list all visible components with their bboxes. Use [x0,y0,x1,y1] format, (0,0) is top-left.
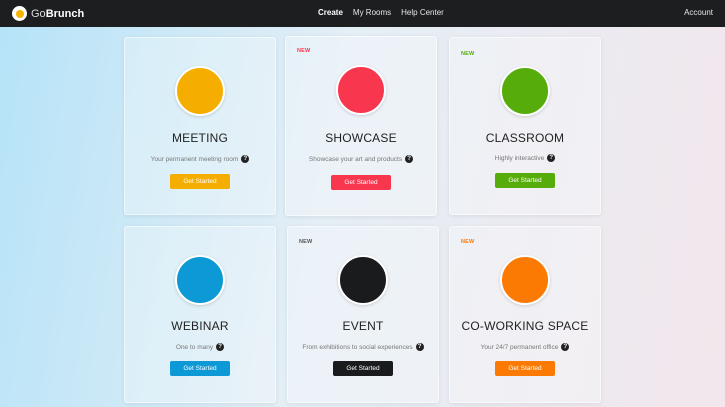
webinar-color-circle [175,255,225,305]
showcase-color-circle [336,65,386,115]
card-description-text: One to many [175,343,214,351]
brand-logo[interactable]: GoBrunch [12,6,84,21]
classroom-color-circle [500,66,550,116]
card-description: From exhibitions to social experiences ? [288,343,438,351]
question-mark-icon[interactable]: ? [547,154,556,162]
main-nav: Create My Rooms Help Center [318,8,444,17]
get-started-button-co-working-space[interactable]: Get Started [495,361,555,376]
account-link[interactable]: Account [684,8,713,17]
question-mark-icon[interactable]: ? [241,155,250,163]
card-title: CO-WORKING SPACE [461,319,589,333]
card-description: Showcase your art and products ? [286,155,436,163]
card-description-text: Your 24/7 permanent office [480,343,559,351]
get-started-button-webinar[interactable]: Get Started [170,361,230,376]
room-card-classroom: NEW CLASSROOM Highly interactive ? Get S… [449,37,601,215]
get-started-button-meeting[interactable]: Get Started [170,174,230,189]
room-card-event: NEW EVENT From exhibitions to social exp… [287,226,439,403]
card-description-text: From exhibitions to social experiences [302,343,413,351]
card-title: EVENT [342,319,384,333]
new-badge: NEW [461,239,475,245]
question-mark-icon[interactable]: ? [216,343,225,351]
card-title: MEETING [171,131,229,145]
nav-item-create[interactable]: Create [318,8,343,17]
room-card-webinar: WEBINAR One to many ? Get Started [124,226,276,403]
card-description: Highly interactive ? [450,154,600,162]
new-badge: NEW [461,51,475,57]
room-card-meeting: MEETING Your permanent meeting room ? Ge… [124,37,276,215]
top-navigation-bar: GoBrunch Create My Rooms Help Center Acc… [0,0,725,27]
card-description-text: Highly interactive [494,154,545,162]
nav-item-help-center[interactable]: Help Center [401,8,444,17]
question-mark-icon[interactable]: ? [415,343,424,351]
question-mark-icon[interactable]: ? [405,155,414,163]
meeting-color-circle [175,66,225,116]
card-title: SHOWCASE [325,131,397,145]
get-started-button-showcase[interactable]: Get Started [331,175,391,190]
room-card-co-working-space: NEW CO-WORKING SPACE Your 24/7 permanent… [449,226,601,403]
card-description: One to many ? [125,343,275,351]
card-title: CLASSROOM [485,131,565,145]
get-started-button-classroom[interactable]: Get Started [495,173,555,188]
event-color-circle [338,255,388,305]
get-started-button-event[interactable]: Get Started [333,361,393,376]
brand-name-light: Go [31,7,46,20]
nav-item-my-rooms[interactable]: My Rooms [353,8,391,17]
brand-name-bold: Brunch [45,7,85,20]
card-description-text: Showcase your art and products [308,155,403,163]
question-mark-icon[interactable]: ? [561,343,570,351]
card-description: Your permanent meeting room ? [125,155,275,163]
co-working-color-circle [500,255,550,305]
brand-name: GoBrunch [31,8,84,20]
card-title: WEBINAR [171,319,229,333]
gobrunch-logo-icon [12,6,27,21]
room-card-showcase: NEW SHOWCASE Showcase your art and produ… [285,36,437,216]
new-badge: NEW [299,239,313,245]
card-description: Your 24/7 permanent office ? [450,343,600,351]
card-description-text: Your permanent meeting room [150,155,239,163]
new-badge: NEW [297,48,311,54]
